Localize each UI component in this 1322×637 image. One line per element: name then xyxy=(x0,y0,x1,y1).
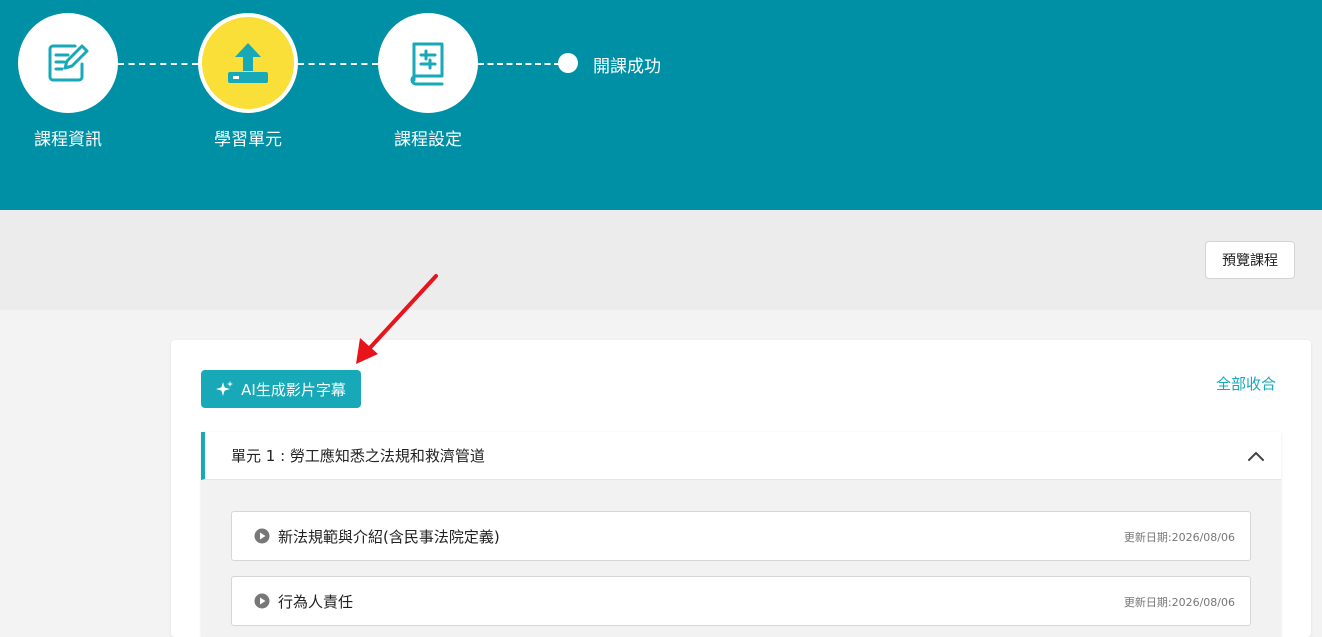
step-connector xyxy=(478,63,560,65)
step-course-settings[interactable]: 課程設定 xyxy=(378,13,478,150)
final-step-label: 開課成功 xyxy=(593,57,661,77)
step-circle xyxy=(18,13,118,113)
lesson-item[interactable]: 新法規範與介紹(含民事法院定義) 更新日期:2026/08/06 xyxy=(231,511,1251,561)
step-label: 學習單元 xyxy=(214,130,282,150)
unit-section: 單元 1 : 勞工應知悉之法規和救濟管道 新法規範與介紹(含民事法院定義) 更新… xyxy=(201,432,1281,637)
play-circle-icon xyxy=(254,593,270,609)
step-label: 課程設定 xyxy=(394,130,462,150)
step-connector xyxy=(118,63,198,65)
sparkle-icon xyxy=(216,381,234,396)
step-circle xyxy=(378,13,478,113)
lesson-updated-date: 更新日期:2026/08/06 xyxy=(1123,531,1235,544)
final-step-dot xyxy=(558,53,578,73)
upload-icon xyxy=(228,43,268,83)
progress-header: 課程資訊 學習單元 課程設定 開課成功 xyxy=(0,0,1322,210)
lesson-updated-date: 更新日期:2026/08/06 xyxy=(1123,596,1235,609)
ai-generate-subtitles-button[interactable]: AI生成影片字幕 xyxy=(201,370,361,408)
play-circle-icon xyxy=(254,528,270,544)
step-learning-units[interactable]: 學習單元 xyxy=(198,13,298,150)
chevron-up-icon[interactable] xyxy=(1247,447,1265,465)
lesson-item[interactable]: 行為人責任 更新日期:2026/08/06 xyxy=(231,576,1251,626)
book-settings-icon xyxy=(410,42,444,86)
preview-course-button[interactable]: 預覽課程 xyxy=(1205,241,1295,279)
step-connector xyxy=(298,63,378,65)
step-label: 課程資訊 xyxy=(34,130,102,150)
step-circle-active xyxy=(198,13,298,113)
unit-title: 單元 1 : 勞工應知悉之法規和救濟管道 xyxy=(231,447,485,465)
collapse-all-link[interactable]: 全部收合 xyxy=(1216,373,1276,394)
lesson-title: 新法規範與介紹(含民事法院定義) xyxy=(278,527,500,546)
lesson-title: 行為人責任 xyxy=(278,592,354,611)
toolbar-area xyxy=(0,210,1322,310)
annotation-arrow-icon xyxy=(356,274,438,364)
edit-form-icon xyxy=(48,44,89,82)
ai-button-label: AI生成影片字幕 xyxy=(241,380,346,399)
unit-header[interactable]: 單元 1 : 勞工應知悉之法規和救濟管道 xyxy=(201,432,1281,480)
step-course-info[interactable]: 課程資訊 xyxy=(18,13,118,150)
